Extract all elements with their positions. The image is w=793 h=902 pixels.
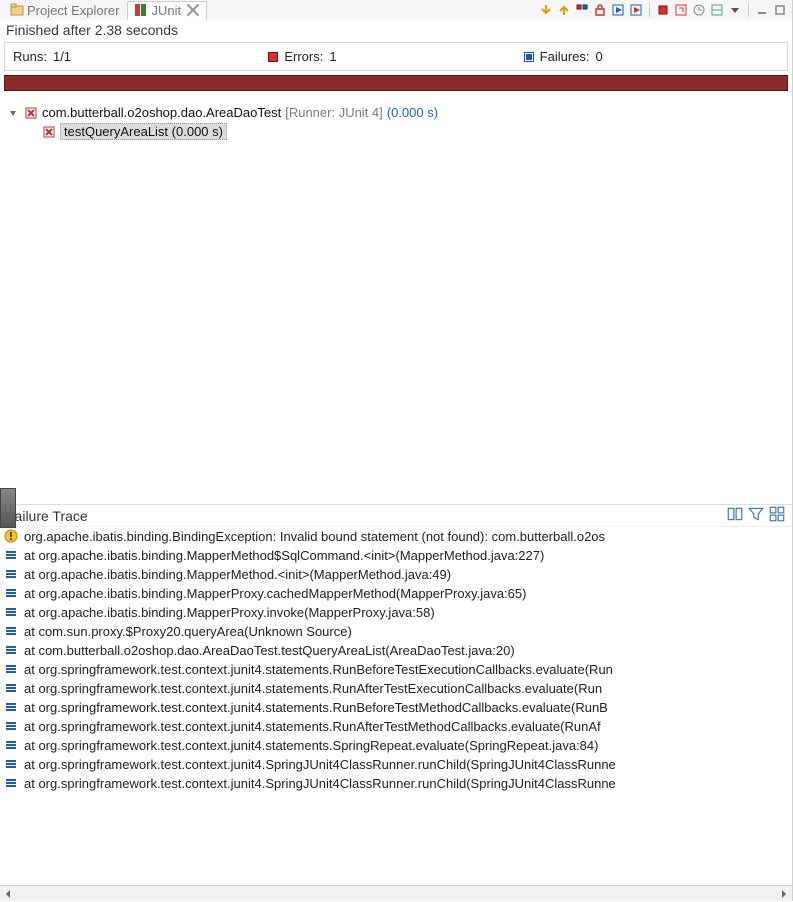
stackframe-icon	[4, 586, 18, 600]
test-tree[interactable]: com.butterball.o2oshop.dao.AreaDaoTest […	[0, 97, 792, 145]
test-name: testQueryAreaList	[64, 124, 168, 139]
stack-line-text: at com.sun.proxy.$Proxy20.queryArea(Unkn…	[24, 624, 352, 639]
compare-icon[interactable]	[726, 505, 744, 523]
next-failure-icon[interactable]	[538, 2, 554, 18]
runs-label: Runs:	[13, 49, 47, 64]
test-time: (0.000 s)	[172, 124, 223, 139]
view-tabs: Project Explorer JUnit	[0, 0, 792, 20]
junit-toolbar	[538, 2, 788, 18]
stack-line-text: at org.apache.ibatis.binding.MapperMetho…	[24, 567, 451, 582]
tab-label: Project Explorer	[27, 3, 119, 18]
stack-line-text: at org.springframework.test.context.juni…	[24, 738, 598, 753]
stackframe-icon	[4, 719, 18, 733]
stack-frame-line[interactable]: at org.apache.ibatis.binding.MapperProxy…	[0, 584, 792, 603]
stack-frame-line[interactable]: at org.springframework.test.context.juni…	[0, 660, 792, 679]
show-failures-only-icon[interactable]	[574, 2, 590, 18]
stack-frame-line[interactable]: at org.springframework.test.context.juni…	[0, 679, 792, 698]
stack-frame-line[interactable]: at org.apache.ibatis.binding.MapperMetho…	[0, 565, 792, 584]
history-icon[interactable]	[691, 2, 707, 18]
failures-value: 0	[596, 49, 603, 64]
stackframe-icon	[4, 548, 18, 562]
stack-line-text: at org.springframework.test.context.juni…	[24, 757, 616, 772]
wrap-icon[interactable]	[768, 505, 786, 523]
stackframe-icon	[4, 662, 18, 676]
runs-value: 1/1	[53, 49, 71, 64]
test-progress-bar	[4, 75, 788, 91]
test-error-icon	[42, 125, 56, 139]
prev-failure-icon[interactable]	[556, 2, 572, 18]
errors-value: 1	[329, 49, 336, 64]
stack-line-text: at org.springframework.test.context.juni…	[24, 719, 601, 734]
stackframe-icon	[4, 738, 18, 752]
stack-line-text: org.apache.ibatis.binding.BindingExcepti…	[24, 529, 605, 544]
failure-icon	[524, 52, 534, 62]
stack-frame-line[interactable]: at org.springframework.test.context.juni…	[0, 698, 792, 717]
maximize-icon[interactable]	[772, 2, 788, 18]
tab-junit[interactable]: JUnit	[127, 1, 207, 20]
stack-line-text: at org.springframework.test.context.juni…	[24, 681, 602, 696]
test-counters: Runs: 1/1 Errors: 1 Failures: 0	[4, 42, 788, 71]
error-icon	[268, 52, 278, 62]
exception-icon	[4, 529, 18, 543]
minimize-icon[interactable]	[754, 2, 770, 18]
status-line: Finished after 2.38 seconds	[0, 20, 792, 42]
stackframe-icon	[4, 776, 18, 790]
suite-time: (0.000 s)	[387, 105, 438, 120]
stackframe-icon	[4, 567, 18, 581]
view-menu-icon[interactable]	[727, 2, 743, 18]
stack-frame-line[interactable]: at com.sun.proxy.$Proxy20.queryArea(Unkn…	[0, 622, 792, 641]
stack-line-text: at com.butterball.o2oshop.dao.AreaDaoTes…	[24, 643, 515, 658]
collapse-toggle-icon[interactable]	[8, 108, 20, 118]
test-suite-row[interactable]: com.butterball.o2oshop.dao.AreaDaoTest […	[8, 103, 788, 122]
left-ruler-decoration	[0, 488, 16, 528]
scroll-right-icon[interactable]	[776, 886, 792, 902]
tab-project-explorer[interactable]: Project Explorer	[4, 2, 125, 19]
failure-trace-header: Failure Trace	[0, 504, 792, 526]
test-error-icon	[24, 106, 38, 120]
suite-name: com.butterball.o2oshop.dao.AreaDaoTest	[42, 105, 281, 120]
filter-stack-icon[interactable]	[747, 505, 765, 523]
suite-runner: [Runner: JUnit 4]	[285, 105, 383, 120]
close-icon[interactable]	[186, 3, 200, 17]
stack-frame-line[interactable]: at org.apache.ibatis.binding.MapperProxy…	[0, 603, 792, 622]
stack-frame-line[interactable]: at com.butterball.o2oshop.dao.AreaDaoTes…	[0, 641, 792, 660]
stackframe-icon	[4, 624, 18, 638]
relaunch-icon[interactable]	[673, 2, 689, 18]
stack-frame-line[interactable]: at org.springframework.test.context.juni…	[0, 755, 792, 774]
scroll-left-icon[interactable]	[0, 886, 16, 902]
errors-label: Errors:	[284, 49, 323, 64]
stop-icon[interactable]	[655, 2, 671, 18]
junit-icon	[134, 3, 148, 17]
stack-frame-line[interactable]: at org.springframework.test.context.juni…	[0, 717, 792, 736]
failures-label: Failures:	[540, 49, 590, 64]
stack-line-text: at org.apache.ibatis.binding.MapperProxy…	[24, 605, 435, 620]
scroll-lock-icon[interactable]	[592, 2, 608, 18]
stack-line-text: at org.apache.ibatis.binding.MapperProxy…	[24, 586, 526, 601]
rerun-test-icon[interactable]	[610, 2, 626, 18]
horizontal-scrollbar[interactable]	[0, 885, 792, 901]
package-explorer-icon	[10, 3, 24, 17]
test-method-row[interactable]: testQueryAreaList (0.000 s)	[42, 122, 788, 141]
stack-frame-line[interactable]: at org.springframework.test.context.juni…	[0, 736, 792, 755]
stackframe-icon	[4, 757, 18, 771]
rerun-failed-icon[interactable]	[628, 2, 644, 18]
stack-frame-line[interactable]: at org.springframework.test.context.juni…	[0, 774, 792, 793]
stack-line-text: at org.springframework.test.context.juni…	[24, 662, 613, 677]
layout-icon[interactable]	[709, 2, 725, 18]
stack-line-text: at org.springframework.test.context.juni…	[24, 700, 608, 715]
stack-line-text: at org.springframework.test.context.juni…	[24, 776, 616, 791]
stack-line-text: at org.apache.ibatis.binding.MapperMetho…	[24, 548, 544, 563]
stackframe-icon	[4, 605, 18, 619]
failure-trace-list[interactable]: org.apache.ibatis.binding.BindingExcepti…	[0, 526, 792, 886]
stack-exception-line[interactable]: org.apache.ibatis.binding.BindingExcepti…	[0, 527, 792, 546]
stackframe-icon	[4, 681, 18, 695]
stack-frame-line[interactable]: at org.apache.ibatis.binding.MapperMetho…	[0, 546, 792, 565]
failure-trace-title: Failure Trace	[6, 505, 88, 524]
stackframe-icon	[4, 643, 18, 657]
tab-label: JUnit	[151, 3, 181, 18]
stackframe-icon	[4, 700, 18, 714]
tree-empty-area	[0, 145, 792, 504]
